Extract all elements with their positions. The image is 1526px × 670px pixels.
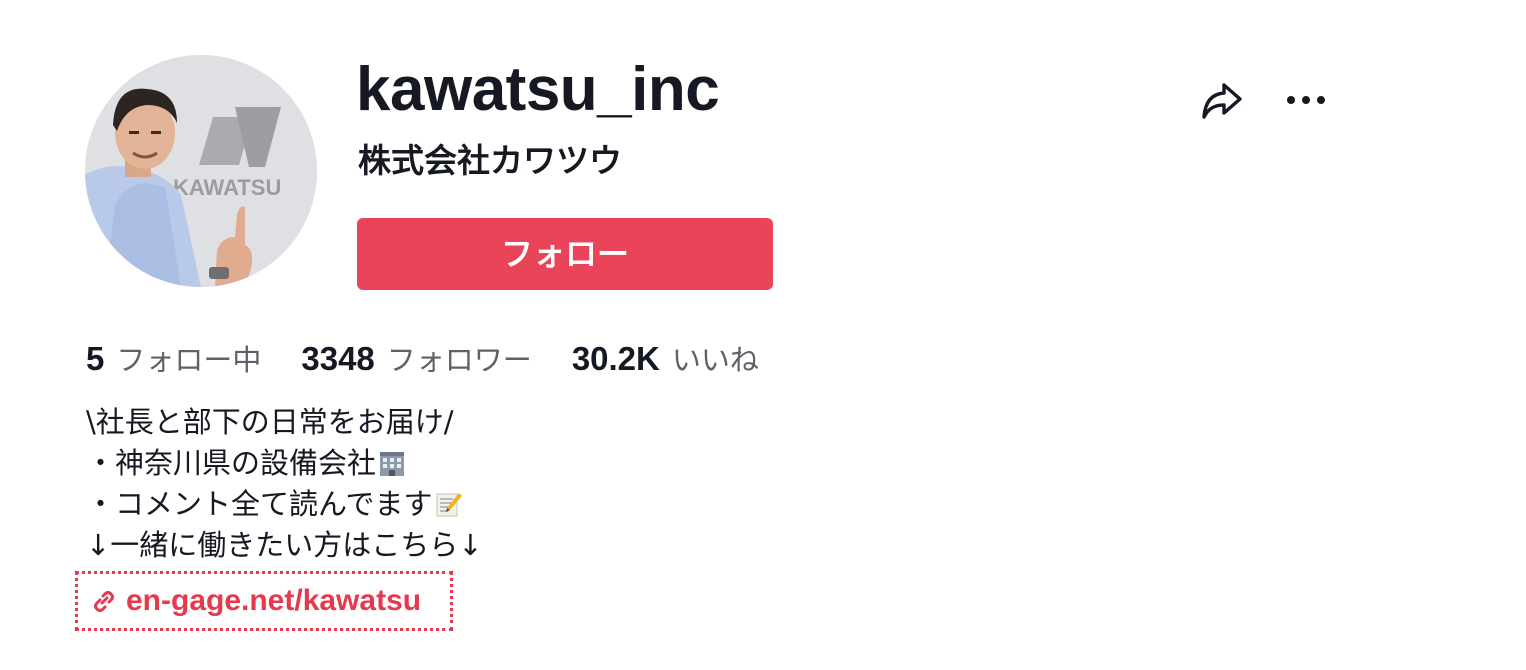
likes-label: いいね xyxy=(671,343,759,377)
bio-text: ↓一緒に働きたい方はこちら↓ xyxy=(86,528,483,562)
share-icon[interactable] xyxy=(1196,74,1248,126)
follow-button[interactable]: フォロー xyxy=(357,218,773,290)
bio-line: \社長と部下の日常をお届け/ xyxy=(86,402,483,443)
stat-followers[interactable]: 3348 フォロワー xyxy=(301,337,531,379)
bio-text: ・コメント全て読んでます xyxy=(86,487,433,521)
profile-stats: 5 フォロー中 3348 フォロワー 30.2K いいね xyxy=(86,336,799,380)
username: kawatsu_inc xyxy=(356,55,720,124)
link-icon xyxy=(90,587,118,615)
more-options-icon[interactable] xyxy=(1280,74,1332,126)
nickname: 株式会社カワツウ xyxy=(358,141,622,180)
following-label: フォロー中 xyxy=(116,343,262,377)
bio-text: ・神奈川県の設備会社 xyxy=(86,446,377,480)
followers-label: フォロワー xyxy=(386,343,532,377)
likes-count: 30.2K xyxy=(571,340,660,377)
bio: \社長と部下の日常をお届け/ ・神奈川県の設備会社 ・コメント全て読んでます ↓… xyxy=(86,402,483,566)
stat-likes: 30.2K いいね xyxy=(572,337,759,379)
avatar-photo: KAWATSU xyxy=(85,55,317,287)
profile-link[interactable]: en-gage.net/kawatsu xyxy=(75,571,453,631)
bio-line: ・神奈川県の設備会社 xyxy=(86,443,483,484)
office-building-emoji-icon xyxy=(378,447,406,476)
memo-emoji-icon xyxy=(435,488,463,517)
followers-count: 3348 xyxy=(301,340,375,377)
svg-text:KAWATSU: KAWATSU xyxy=(173,175,281,200)
bio-line: ・コメント全て読んでます xyxy=(86,484,483,525)
bio-line: ↓一緒に働きたい方はこちら↓ xyxy=(86,525,483,566)
bio-text: \社長と部下の日常をお届け/ xyxy=(86,405,454,439)
avatar[interactable]: KAWATSU xyxy=(85,55,317,287)
profile-link-text[interactable]: en-gage.net/kawatsu xyxy=(126,584,421,618)
stat-following[interactable]: 5 フォロー中 xyxy=(86,337,261,379)
following-count: 5 xyxy=(86,340,105,377)
